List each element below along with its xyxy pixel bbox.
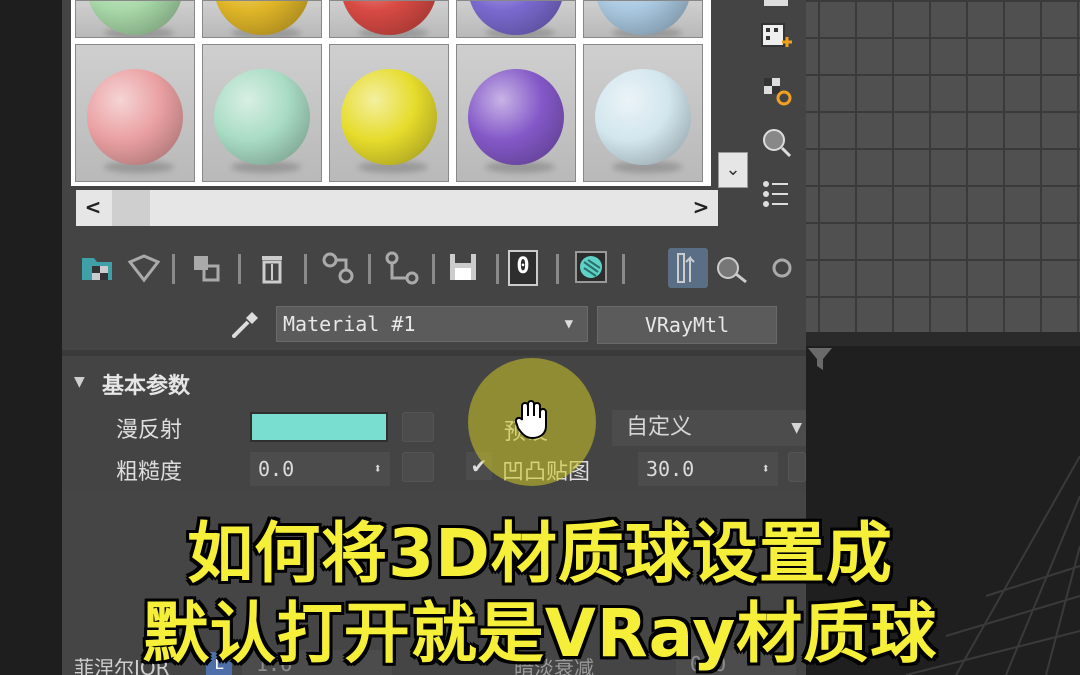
material-navigator-icon[interactable] — [758, 176, 794, 212]
viewport-grid — [806, 0, 1080, 332]
material-type-button[interactable]: VRayMtl — [597, 306, 777, 344]
toolbar-separator — [496, 254, 499, 284]
make-unique-icon[interactable] — [318, 248, 358, 288]
material-sample-slot[interactable] — [202, 44, 322, 182]
put-to-scene-icon[interactable] — [124, 248, 164, 288]
material-sphere — [214, 69, 310, 165]
video-check-icon[interactable] — [758, 20, 794, 56]
collapse-triangle-icon: ▼ — [74, 374, 85, 390]
assign-to-selection-icon[interactable] — [186, 248, 226, 288]
scroll-thumb[interactable] — [112, 190, 150, 226]
material-sample-slot[interactable] — [75, 44, 195, 182]
roughness-spinner[interactable]: 0.0 ⬍ — [250, 452, 390, 486]
roughness-label: 粗糙度 — [116, 460, 183, 485]
filter-icon[interactable] — [806, 346, 834, 372]
show-end-result-icon[interactable] — [668, 248, 708, 288]
material-sphere — [341, 69, 437, 165]
save-icon[interactable] — [444, 248, 484, 288]
material-name-value: Material #1 — [283, 312, 416, 336]
preset-dropdown[interactable]: 自定义 ▼ — [612, 410, 806, 446]
roughness-map-button[interactable] — [402, 452, 434, 482]
diffuse-color-swatch[interactable] — [250, 412, 388, 442]
go-to-parent-icon[interactable] — [712, 248, 752, 288]
bump-map-button[interactable] — [788, 452, 806, 482]
material-sphere — [468, 69, 564, 165]
material-sample-slot[interactable] — [456, 44, 576, 182]
roughness-value: 0.0 — [258, 457, 295, 481]
put-to-library-icon[interactable] — [382, 248, 422, 288]
toolbar-separator — [556, 254, 559, 284]
material-sample-slot[interactable] — [202, 0, 322, 38]
get-material-icon[interactable] — [78, 248, 118, 288]
go-forward-icon[interactable] — [762, 248, 802, 288]
chevron-down-icon: ▼ — [791, 420, 802, 436]
rollout-divider — [62, 350, 806, 356]
spinner-arrows-icon[interactable]: ⬍ — [762, 452, 770, 486]
toolbar-separator — [368, 254, 371, 284]
toolbar-separator — [304, 254, 307, 284]
toolbar-separator — [622, 254, 625, 284]
bump-map-value: 30.0 — [646, 457, 695, 481]
preset-value: 自定义 — [626, 415, 693, 440]
sample-slot-grid — [71, 0, 711, 186]
chevron-down-icon: ▼ — [564, 316, 573, 332]
hand-cursor-icon — [514, 400, 547, 440]
basic-parameters-rollout-header[interactable]: ▼ 基本参数 — [62, 360, 806, 404]
material-sample-slot[interactable] — [583, 44, 703, 182]
material-sample-slot[interactable] — [75, 0, 195, 38]
spinner-arrows-icon[interactable]: ⬍ — [374, 452, 382, 486]
material-name-row: Material #1 ▼ VRayMtl — [62, 300, 806, 346]
scroll-left-button[interactable]: < — [76, 190, 110, 226]
bump-map-spinner[interactable]: 30.0 ⬍ — [638, 452, 778, 486]
subtitle-line-2: 默认打开就是VRay材质球 — [142, 595, 938, 672]
scroll-right-button[interactable]: > — [684, 190, 718, 226]
horizontal-scrollbar[interactable]: < > — [76, 190, 718, 226]
material-sample-slot[interactable] — [329, 44, 449, 182]
options-icon[interactable] — [758, 72, 794, 108]
toolbar-separator — [238, 254, 241, 284]
material-name-field[interactable]: Material #1 ▼ — [276, 306, 588, 342]
toolbar-separator — [432, 254, 435, 284]
material-sample-slot[interactable] — [583, 0, 703, 38]
material-toolbar: 0 — [72, 244, 806, 292]
eyedropper-icon[interactable] — [228, 306, 264, 342]
rollout-title: 基本参数 — [102, 374, 191, 399]
toolbar-separator — [172, 254, 175, 284]
viewport-divider — [806, 332, 1080, 346]
diffuse-map-button[interactable] — [402, 412, 434, 442]
scroll-down-button[interactable]: ⌄ — [718, 152, 748, 188]
delete-icon[interactable] — [252, 248, 292, 288]
material-sample-slot[interactable] — [329, 0, 449, 38]
select-by-material-icon[interactable] — [758, 124, 794, 160]
show-in-viewport-icon[interactable] — [572, 248, 612, 288]
material-sample-slot[interactable] — [456, 0, 576, 38]
material-sphere — [595, 69, 691, 165]
material-sphere — [87, 69, 183, 165]
diffuse-label: 漫反射 — [116, 418, 183, 443]
material-id-channel-button[interactable]: 0 — [508, 250, 538, 286]
side-toolbar — [752, 0, 800, 230]
sample-slot-area: ⌄ < > — [68, 0, 748, 228]
